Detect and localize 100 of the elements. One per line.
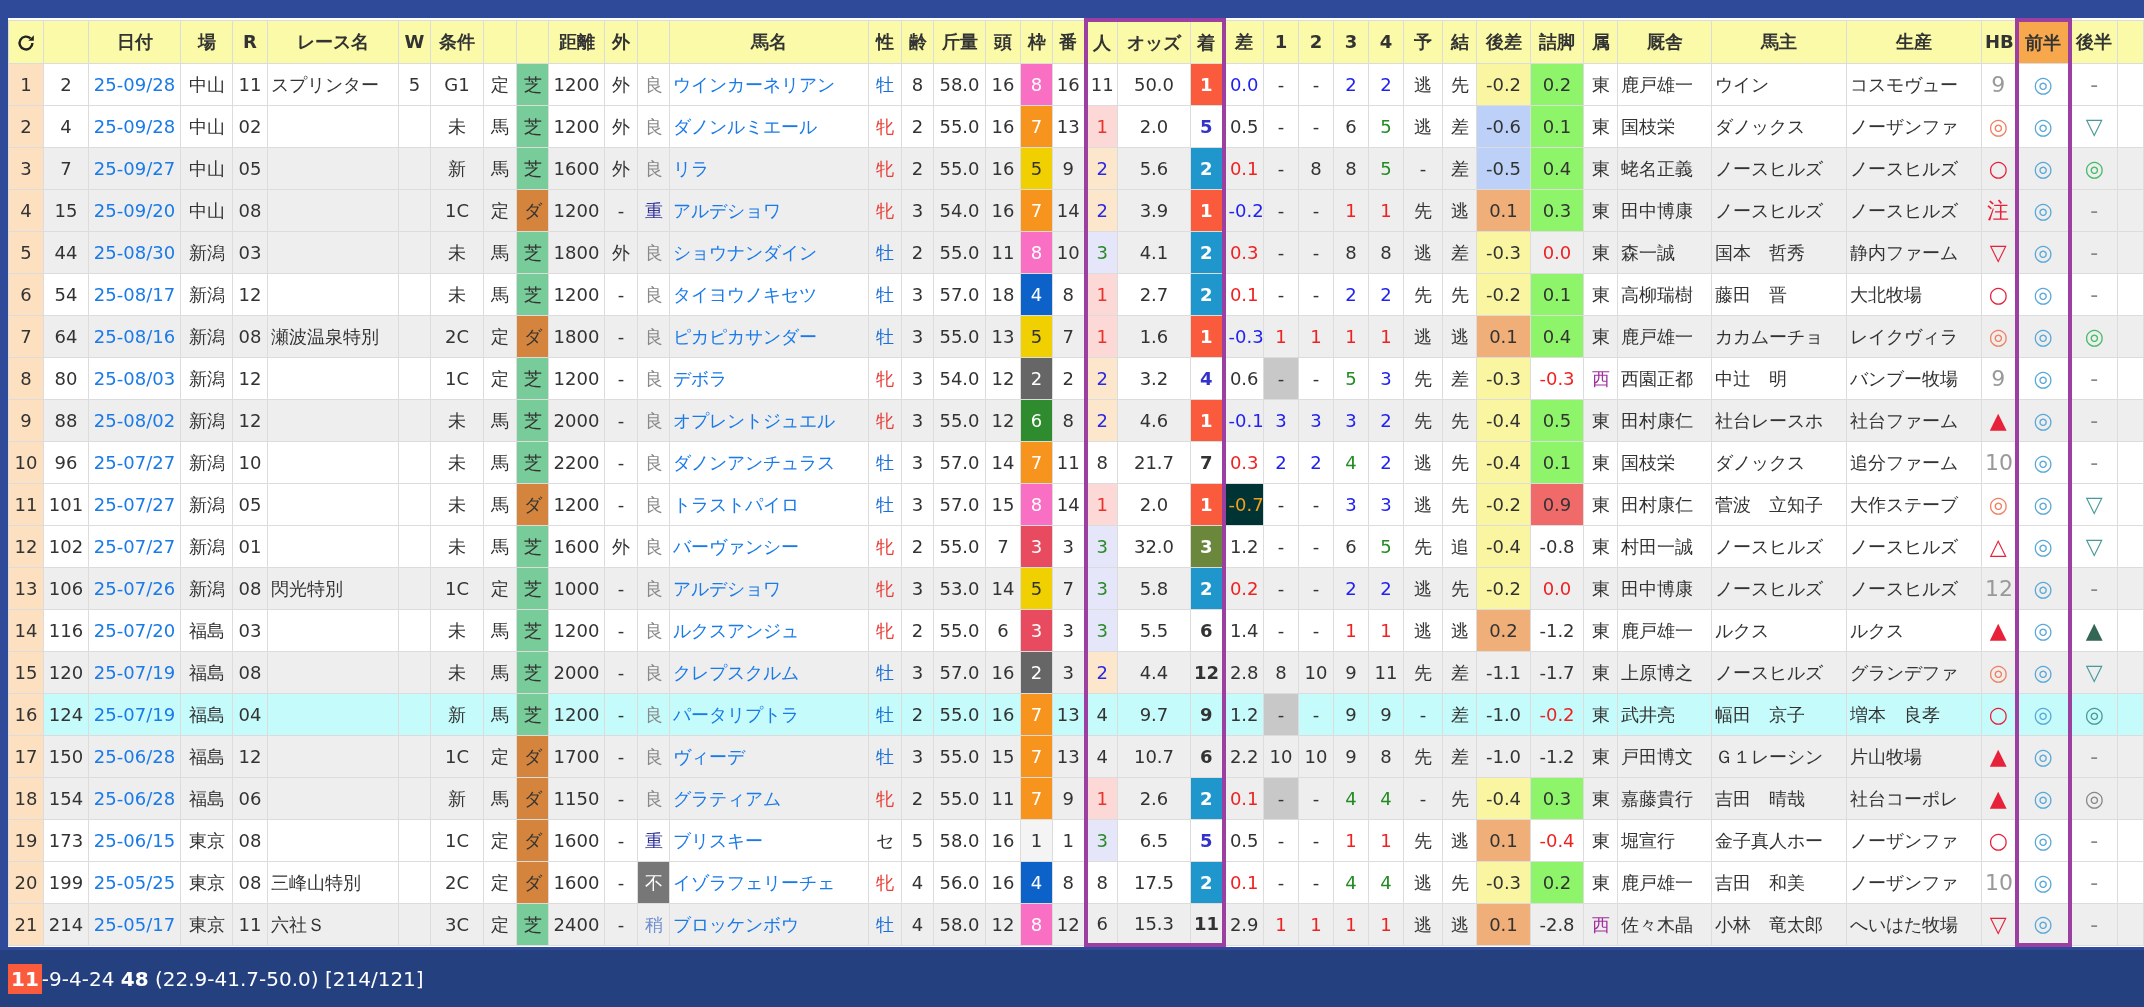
table-cell: 中山	[180, 147, 233, 189]
table-cell: 藤田 晋	[1711, 273, 1847, 315]
table-cell: 新潟	[180, 315, 233, 357]
table-cell: 12	[232, 273, 268, 315]
column-header[interactable]: 2	[1298, 20, 1334, 63]
table-cell: 16	[985, 693, 1021, 735]
table-row[interactable]: 15 120 25-07/19 福島 08 未 馬 芝 2000 - 良 クレプスクルム 牡 3 57.0 16 2 3 2 4.4 12 2.8 8 10 9 11 先 差 -1.1 -1.7 東 上原博之 ノースヒルズ グランデファ ◎ ◎ ▽	[8, 651, 2144, 693]
table-cell: 1700	[548, 735, 605, 777]
column-header[interactable]: 日付	[88, 20, 181, 63]
table-cell: 堀宣行	[1617, 819, 1712, 861]
column-header[interactable]: 性	[868, 20, 902, 63]
table-cell: 閃光特別	[267, 567, 399, 609]
table-row[interactable]: 1 2 25-09/28 中山 11 スプリンター 5 G1 定 芝 1200 外 良 ウインカーネリアン 牡 8 58.0 16 8 16 11 50.0 1 0.0 - - 2 2 逃 先 -0.2 0.2 東 鹿戸雄一 ウイン コスモヴュー 9 ◎ -	[8, 63, 2144, 105]
table-cell: 0.1	[1476, 819, 1531, 861]
refresh-button[interactable]	[15, 32, 37, 54]
table-cell: 2.7	[1117, 273, 1191, 315]
table-cell: 16	[985, 819, 1021, 861]
table-cell: 田村康仁	[1617, 399, 1712, 441]
table-cell: G1	[430, 63, 484, 105]
table-cell: 3C	[430, 903, 484, 945]
table-row[interactable]: 16 124 25-07/19 福島 04 新 馬 芝 1200 - 良 パータリプトラ 牡 2 55.0 16 7 13 4 9.7 9 1.2 - - 9 9 - 差 -1.0 -0.2 東 武井亮 幅田 京子 増本 良孝 ○ ◎ ◎	[8, 693, 2144, 735]
row-number: 7	[8, 315, 44, 357]
table-cell: 1.6	[1117, 315, 1191, 357]
column-header[interactable]: 場	[180, 20, 233, 63]
column-header[interactable]: 前半	[2016, 20, 2070, 63]
column-header[interactable]: 差	[1223, 20, 1264, 63]
table-cell: 先	[1403, 819, 1443, 861]
column-header[interactable]: オッズ	[1117, 20, 1191, 63]
column-header[interactable]: 馬主	[1711, 20, 1847, 63]
table-cell: 96	[43, 441, 89, 483]
table-row[interactable]: 7 64 25-08/16 新潟 08 瀬波温泉特別 2C 定 ダ 1800 - 良 ピカピカサンダー 牡 3 55.0 13 5 7 1 1.6 1 -0.3 1 1 1 1 逃 逃 0.1 0.4 東 鹿戸雄一 カカムーチョ レイクヴィラ ◎ ◎ ◎	[8, 315, 2144, 357]
table-cell: 2.6	[1117, 777, 1191, 819]
table-cell: ノースヒルズ	[1846, 189, 1982, 231]
column-header[interactable]: 属	[1583, 20, 1618, 63]
table-row[interactable]: 21 214 25-05/17 東京 11 六社Ｓ 3C 定 芝 2400 - 稍 ブロッケンボウ 牡 4 58.0 12 8 12 6 15.3 11 2.9 1 1 1 1 逃 逃 0.1 -2.8 西 佐々木晶 小林 竜太郎 へいはた牧場 ▽ ◎ -	[8, 903, 2144, 945]
table-cell: 0.1	[1223, 273, 1264, 315]
column-header[interactable]: 条件	[430, 20, 484, 63]
column-header[interactable]: 距離	[548, 20, 605, 63]
table-cell: -	[1298, 609, 1334, 651]
table-cell: 3	[901, 483, 934, 525]
table-cell: -1.0	[1476, 735, 1531, 777]
column-header[interactable]: 馬名	[669, 20, 869, 63]
column-header[interactable]: レース名	[267, 20, 399, 63]
column-header[interactable]: 頭	[985, 20, 1021, 63]
table-cell: 逃	[1403, 441, 1443, 483]
column-header[interactable]: 予	[1403, 20, 1443, 63]
column-header[interactable]: W	[398, 20, 431, 63]
column-header[interactable]: 生産	[1846, 20, 1982, 63]
table-cell: -0.6	[1476, 105, 1531, 147]
table-row[interactable]: 5 44 25-08/30 新潟 03 未 馬 芝 1800 外 良 ショウナンダイン 牡 2 55.0 11 8 10 3 4.1 2 0.3 - - 8 8 逃 差 -0.3 0.0 東 森一誠 国本 哲秀 静内ファーム ▽ ◎ -	[8, 231, 2144, 273]
column-header[interactable]: 人	[1085, 20, 1118, 63]
table-cell: 0.2	[1476, 609, 1531, 651]
table-row[interactable]: 17 150 25-06/28 福島 12 1C 定 ダ 1700 - 良 ヴィーデ 牡 3 55.0 15 7 13 4 10.7 6 2.2 10 10 9 8 先 差 -1.0 -1.2 東 戸田博文 Ｇ１レーシン 片山牧場 ▲ ◎ -	[8, 735, 2144, 777]
table-cell: 1	[1333, 189, 1369, 231]
column-header[interactable]: 1	[1263, 20, 1299, 63]
table-cell: -	[1298, 525, 1334, 567]
table-cell: 4.1	[1117, 231, 1191, 273]
table-cell: 4	[1368, 777, 1404, 819]
column-header[interactable]: 外	[604, 20, 638, 63]
table-row[interactable]: 9 88 25-08/02 新潟 12 未 馬 芝 2000 - 良 オプレントジュエル 牝 3 55.0 12 6 8 2 4.6 1 -0.1 3 3 3 2 先 先 -0.4 0.5 東 田村康仁 社台レースホ 社台ファーム ▲ ◎ -	[8, 399, 2144, 441]
horse-name-link[interactable]: リラ	[673, 157, 709, 179]
table-row[interactable]: 4 15 25-09/20 中山 08 1C 定 ダ 1200 - 重 アルデショワ 牝 3 54.0 16 7 14 2 3.9 1 -0.2 - - 1 1 先 逃 0.1 0.3 東 田中博康 ノースヒルズ ノースヒルズ 注 ◎ -	[8, 189, 2144, 231]
column-header[interactable]: 枠	[1020, 20, 1053, 63]
column-header[interactable]: 厩舎	[1617, 20, 1712, 63]
table-cell: 16	[985, 63, 1021, 105]
table-row[interactable]: 3 7 25-09/27 中山 05 新 馬 芝 1600 外 良 リラ 牝 2 55.0 16 5 9 2 5.6 2 0.1 - 8 8 5 - 差 -0.5 0.4 東 蛯名正義 ノースヒルズ ノースヒルズ ○ ◎ ◎	[8, 147, 2144, 189]
column-header[interactable]: 結	[1442, 20, 1477, 63]
column-header[interactable]: R	[232, 20, 268, 63]
table-cell: 鹿戸雄一	[1617, 609, 1712, 651]
column-header[interactable]: 4	[1368, 20, 1404, 63]
table-row[interactable]: 19 173 25-06/15 東京 08 1C 定 ダ 1600 - 重 ブリスキー セ 5 58.0 16 1 1 3 6.5 5 0.5 - - 1 1 先 逃 0.1 -0.4 東 堀宣行 金子真人ホー ノーザンファ ○ ◎ -	[8, 819, 2144, 861]
row-number: 1	[8, 63, 44, 105]
cell-text: 3	[1096, 535, 1108, 557]
table-cell: 1200	[548, 105, 605, 147]
table-cell: ノースヒルズ	[1711, 189, 1847, 231]
table-cell: 08	[232, 861, 268, 903]
table-cell: 外	[604, 63, 638, 105]
table-row[interactable]: 18 154 25-06/28 福島 06 新 馬 ダ 1150 - 良 グラティアム 牝 2 55.0 11 7 9 1 2.6 2 0.1 - - 4 4 - 先 -0.4 0.3 東 嘉藤貴行 吉田 晴哉 社台コーポレ ▲ ◎ ◎	[8, 777, 2144, 819]
table-cell: 東	[1583, 189, 1618, 231]
row-number: 11	[8, 483, 44, 525]
table-cell: 良	[637, 357, 670, 399]
table-cell: 東	[1583, 231, 1618, 273]
table-cell: -	[1298, 777, 1334, 819]
table-cell: 10	[232, 441, 268, 483]
horse-name-link[interactable]: デボラ	[673, 367, 727, 389]
column-header[interactable]: 着	[1190, 20, 1224, 63]
column-header[interactable]: 斤量	[933, 20, 986, 63]
table-cell: 120	[43, 651, 89, 693]
row-number: 6	[8, 273, 44, 315]
column-header[interactable]: 3	[1333, 20, 1369, 63]
table-row[interactable]: 13 106 25-07/26 新潟 08 閃光特別 1C 定 芝 1000 - 良 アルデショワ 牝 3 53.0 14 5 7 3 5.8 2 0.2 - - 2 2 逃 先 -0.2 0.0 東 田中博康 ノースヒルズ ノースヒルズ 12 ◎ -	[8, 567, 2144, 609]
table-row[interactable]: 11 101 25-07/27 新潟 05 未 馬 ダ 1200 - 良 トラストパイロ 牡 3 57.0 15 8 14 1 2.0 1 -0.7 - - 3 3 逃 先 -0.2 0.9 東 田村康仁 菅波 立知子 大作ステーブ ◎ ◎ ▽	[8, 483, 2144, 525]
table-cell: 東	[1583, 147, 1618, 189]
column-header[interactable]: 後差	[1476, 20, 1531, 63]
table-cell: 2	[1368, 63, 1404, 105]
table-row[interactable]: 10 96 25-07/27 新潟 10 未 馬 芝 2200 - 良 ダノンアンチュラス 牡 3 57.0 14 7 11 8 21.7 7 0.3 2 2 4 2 逃 先 -0.4 0.1 東 国枝栄 ダノックス 追分ファーム 10 ◎ -	[8, 441, 2144, 483]
column-header[interactable]: 齢	[901, 20, 934, 63]
column-header[interactable]: 後半	[2069, 20, 2118, 63]
column-header[interactable]: 詰脚	[1530, 20, 1584, 63]
horse-name-link[interactable]: ヴィーデ	[673, 745, 745, 767]
